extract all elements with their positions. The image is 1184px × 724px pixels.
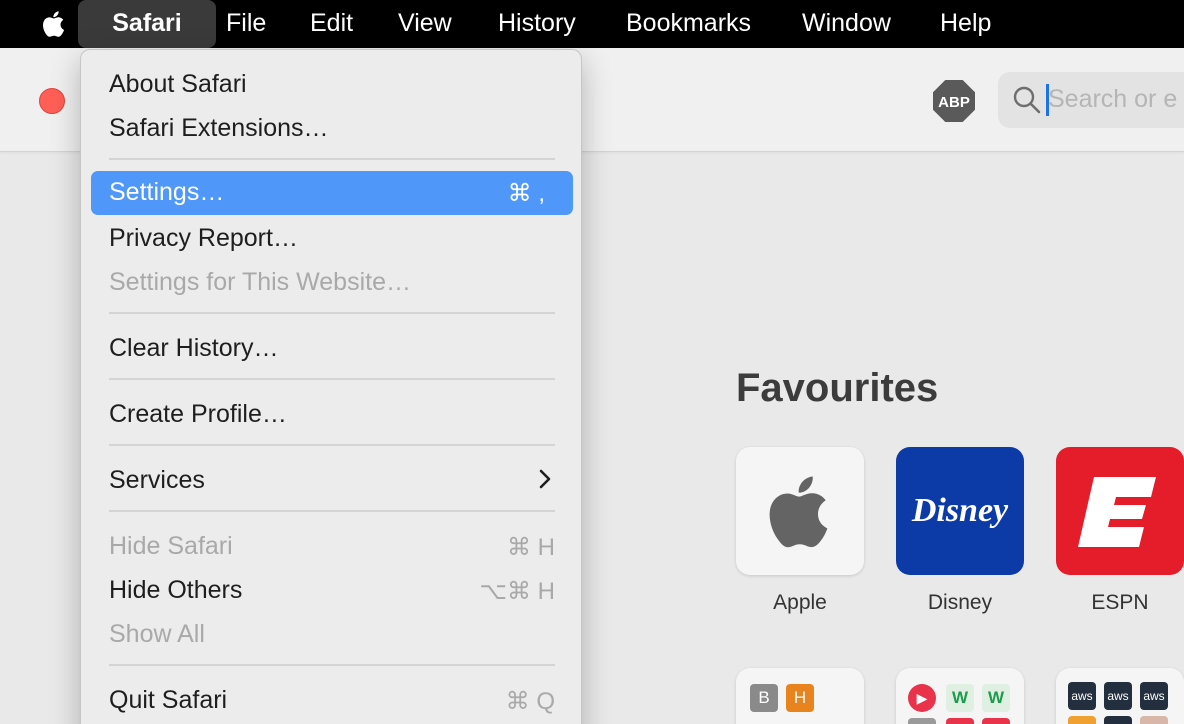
menu-item-safari-extensions[interactable]: Safari Extensions… (109, 114, 329, 143)
menu-item-privacy-report[interactable]: Privacy Report… (109, 224, 298, 253)
menu-item-quit-shortcut: ⌘ Q (505, 688, 555, 715)
safari-menu: About Safari Safari Extensions… Settings… (80, 49, 582, 724)
menu-view[interactable]: View (398, 0, 452, 48)
menu-item-show-all: Show All (109, 620, 205, 648)
mini-tile-orange (1068, 716, 1096, 724)
aws-icon-2: aws (1104, 682, 1132, 710)
menu-item-services[interactable]: Services (109, 466, 205, 495)
menu-help[interactable]: Help (940, 0, 991, 48)
menu-item-quit-safari[interactable]: Quit Safari (109, 686, 227, 715)
mini-tile-w1: W (946, 684, 974, 712)
close-window-button[interactable] (39, 88, 65, 114)
favourite-apple[interactable] (736, 447, 864, 575)
mini-tile-dark (1104, 716, 1132, 724)
menu-separator (109, 444, 555, 446)
mini-tile-h: H (786, 684, 814, 712)
favourite-folder-3[interactable]: aws aws aws (1056, 668, 1184, 724)
chevron-right-icon (539, 469, 551, 489)
menu-file[interactable]: File (226, 0, 266, 48)
menu-separator (109, 312, 555, 314)
menu-item-clear-history[interactable]: Clear History… (109, 334, 278, 363)
menu-window[interactable]: Window (802, 0, 891, 48)
mini-tile-red2 (982, 718, 1010, 724)
mini-tile-w2: W (982, 684, 1010, 712)
menu-bar: Safari File Edit View History Bookmarks … (0, 0, 1184, 48)
menu-item-hide-safari: Hide Safari (109, 532, 233, 560)
favourite-apple-label: Apple (773, 591, 827, 614)
favourites-heading: Favourites (736, 366, 939, 410)
favourite-folder-2[interactable]: ▶ W W (896, 668, 1024, 724)
menu-item-hide-others-shortcut: ⌥⌘ H (479, 578, 555, 605)
adblock-label: ABP (938, 94, 970, 111)
favourite-disney-label: Disney (927, 591, 993, 614)
menu-item-hide-others[interactable]: Hide Others (109, 576, 242, 605)
favourite-espn-label: ESPN (1091, 591, 1149, 614)
aws-icon-3: aws (1140, 682, 1168, 710)
play-icon: ▶ (908, 684, 936, 712)
mini-tile-b: B (750, 684, 778, 712)
disney-logo-icon: Disney (911, 492, 1009, 529)
disney-logo-text: Disney (911, 492, 1009, 529)
menu-bookmarks[interactable]: Bookmarks (626, 0, 751, 48)
menu-separator (109, 664, 555, 666)
search-icon (1013, 86, 1041, 114)
menu-item-settings[interactable]: Settings… ⌘ , (91, 171, 573, 215)
menu-separator (109, 378, 555, 380)
favourite-disney[interactable]: Disney (896, 447, 1024, 575)
menu-edit[interactable]: Edit (310, 0, 353, 48)
apple-menu-icon[interactable] (36, 6, 72, 42)
apple-logo-icon (769, 476, 828, 548)
menu-separator (109, 510, 555, 512)
mini-tile-gray (908, 718, 936, 724)
menu-item-settings-shortcut: ⌘ , (507, 180, 545, 207)
aws-icon-1: aws (1068, 682, 1096, 710)
mini-tile-red1 (946, 718, 974, 724)
menu-history[interactable]: History (498, 0, 576, 48)
menu-item-settings-for-website: Settings for This Website… (109, 268, 411, 296)
menu-separator (109, 158, 555, 160)
favourite-espn[interactable] (1056, 447, 1184, 575)
search-placeholder: Search or e (1048, 85, 1178, 113)
menu-item-create-profile[interactable]: Create Profile… (109, 400, 287, 429)
adblock-plus-icon[interactable]: ABP (933, 80, 975, 122)
menu-safari[interactable]: Safari (78, 0, 216, 48)
espn-logo-icon (1078, 477, 1156, 547)
mini-tile-photo (1140, 716, 1168, 724)
menu-item-about-safari[interactable]: About Safari (109, 70, 247, 99)
favourite-folder-1[interactable]: B H (736, 668, 864, 724)
menu-item-settings-label: Settings… (109, 178, 225, 206)
search-field[interactable]: Search or e (998, 72, 1184, 128)
menu-item-hide-safari-shortcut: ⌘ H (507, 534, 555, 561)
